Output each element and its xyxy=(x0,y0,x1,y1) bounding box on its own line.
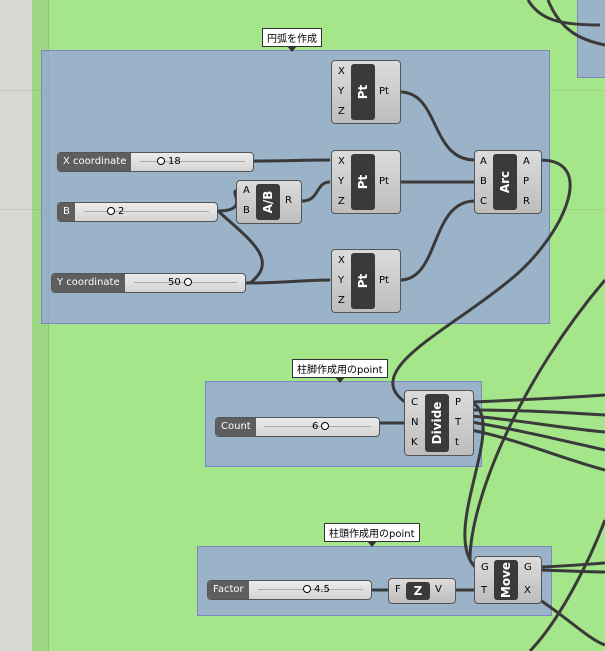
move-input-t[interactable]: T xyxy=(481,585,487,596)
slider-value: 50 xyxy=(168,277,181,288)
slider-knob-icon[interactable] xyxy=(183,278,192,286)
arc-output-p[interactable]: P xyxy=(523,176,529,187)
slider-value: 2 xyxy=(118,206,125,217)
pt-input-x[interactable]: X xyxy=(338,66,345,77)
pt-core: Pt xyxy=(351,253,375,309)
divide-output-t-param[interactable]: t xyxy=(455,437,459,448)
slider-count[interactable]: Count 6 xyxy=(215,417,380,437)
wire xyxy=(468,279,605,561)
wire xyxy=(399,199,476,282)
wire xyxy=(470,393,605,404)
pt-input-x[interactable]: X xyxy=(338,156,345,167)
wire xyxy=(301,180,331,203)
wire xyxy=(539,561,605,569)
z-output-v[interactable]: V xyxy=(435,584,442,595)
wire xyxy=(539,568,605,574)
slider-knob-icon[interactable] xyxy=(303,585,311,593)
divide-component[interactable]: C N K Divide P T t xyxy=(404,390,474,456)
move-input-g[interactable]: G xyxy=(481,562,489,573)
wire xyxy=(470,414,605,434)
move-component[interactable]: G T Move G X xyxy=(474,556,542,604)
arc-input-c[interactable]: C xyxy=(480,196,487,207)
slider-factor[interactable]: Factor 4.5 xyxy=(207,580,372,600)
slider-track[interactable]: 2 xyxy=(78,203,215,221)
wire xyxy=(526,0,601,27)
z-input-f[interactable]: F xyxy=(395,584,401,595)
wire xyxy=(546,0,605,47)
slider-track[interactable]: 50 xyxy=(128,274,243,292)
slider-knob-icon[interactable] xyxy=(107,207,115,215)
wires-layer xyxy=(216,0,605,651)
wire xyxy=(470,408,605,417)
pt-output[interactable]: Pt xyxy=(379,86,389,97)
slider-name: X coordinate xyxy=(58,153,132,171)
slider-value: 18 xyxy=(168,156,181,167)
slider-value: 4.5 xyxy=(314,584,330,595)
pt-core: Pt xyxy=(351,64,375,120)
slider-x-coordinate[interactable]: X coordinate 18 xyxy=(57,152,254,172)
slider-knob-icon[interactable] xyxy=(157,157,165,165)
move-core: Move xyxy=(494,560,518,600)
wire xyxy=(217,189,239,213)
pt-output[interactable]: Pt xyxy=(379,176,389,187)
arc-input-b[interactable]: B xyxy=(480,176,487,187)
ab-component[interactable]: A B A/B R xyxy=(236,180,302,224)
arc-output-r[interactable]: R xyxy=(523,196,530,207)
move-output-g[interactable]: G xyxy=(524,562,532,573)
move-output-x[interactable]: X xyxy=(524,585,531,596)
wire xyxy=(539,598,605,647)
pt-input-x[interactable]: X xyxy=(338,255,345,266)
pt-input-y[interactable]: Y xyxy=(338,86,344,97)
ab-input-b[interactable]: B xyxy=(243,205,250,216)
slider-name: Y coordinate xyxy=(52,274,125,292)
slider-track[interactable]: 4.5 xyxy=(252,581,369,599)
slider-name: Count xyxy=(216,418,256,436)
slider-y-coordinate[interactable]: Y coordinate 50 xyxy=(51,273,246,293)
arc-input-a[interactable]: A xyxy=(480,156,487,167)
divide-output-p[interactable]: P xyxy=(455,397,461,408)
pt-component-middle[interactable]: X Y Z Pt Pt xyxy=(331,150,401,214)
pt-input-z[interactable]: Z xyxy=(338,106,345,117)
pt-input-z[interactable]: Z xyxy=(338,196,345,207)
pt-component-top[interactable]: X Y Z Pt Pt xyxy=(331,60,401,124)
pt-input-y[interactable]: Y xyxy=(338,176,344,187)
wire xyxy=(399,90,476,162)
pt-component-bottom[interactable]: X Y Z Pt Pt xyxy=(331,249,401,313)
slider-track[interactable]: 6 xyxy=(258,418,377,436)
divide-output-t[interactable]: T xyxy=(455,417,461,428)
divide-input-c[interactable]: C xyxy=(411,397,418,408)
pt-output[interactable]: Pt xyxy=(379,275,389,286)
arc-core: Arc xyxy=(493,154,517,210)
z-core: Z xyxy=(406,582,430,600)
pt-input-y[interactable]: Y xyxy=(338,275,344,286)
divide-input-n[interactable]: N xyxy=(411,417,418,428)
wire xyxy=(244,278,331,285)
divide-input-k[interactable]: K xyxy=(411,437,418,448)
slider-track[interactable]: 18 xyxy=(134,153,251,171)
pt-core: Pt xyxy=(351,154,375,210)
z-component[interactable]: F Z V xyxy=(388,578,456,604)
pt-input-z[interactable]: Z xyxy=(338,295,345,306)
ab-output[interactable]: R xyxy=(285,195,292,206)
slider-value: 6 xyxy=(312,421,319,432)
slider-knob-icon[interactable] xyxy=(321,422,330,430)
wire xyxy=(252,158,331,163)
ab-core: A/B xyxy=(256,184,280,220)
slider-name: B xyxy=(58,203,75,221)
arc-component[interactable]: A B C Arc A P R xyxy=(474,150,542,214)
slider-name: Factor xyxy=(208,581,249,599)
arc-output-a[interactable]: A xyxy=(523,156,530,167)
ab-input-a[interactable]: A xyxy=(243,185,250,196)
divide-core: Divide xyxy=(425,394,449,452)
slider-b[interactable]: B 2 xyxy=(57,202,218,222)
